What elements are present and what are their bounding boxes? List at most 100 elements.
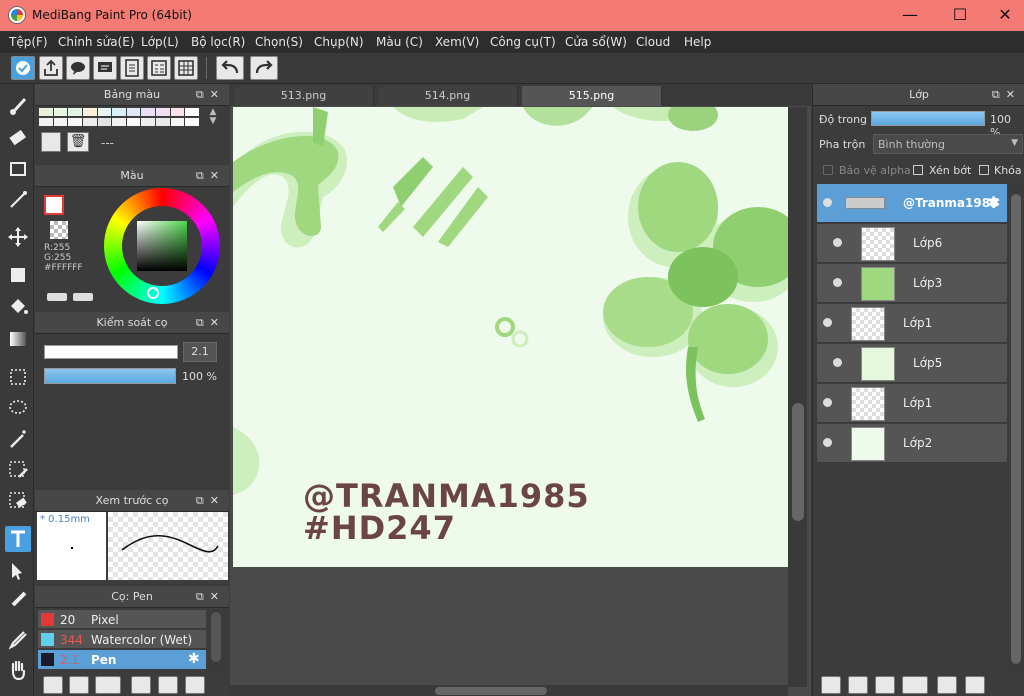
gear-icon[interactable]: ✱	[987, 193, 1000, 212]
layer-row[interactable]: Lớp1	[817, 304, 1007, 343]
brush-opacity-slider[interactable]	[44, 368, 176, 384]
copy-layer-icon[interactable]	[965, 676, 985, 694]
eye-icon[interactable]	[823, 318, 832, 327]
panel-float-close-icon[interactable]: ⧉✕	[196, 586, 225, 608]
minimize-button[interactable]: —	[898, 4, 922, 26]
menu-cloud[interactable]: Cloud	[636, 35, 670, 49]
brush-size-value[interactable]: 2.1	[183, 342, 217, 362]
copy-brush-icon[interactable]	[185, 676, 205, 694]
new-8bit-layer-icon[interactable]	[848, 676, 868, 694]
panel-float-close-icon[interactable]: ⧉✕	[992, 84, 1021, 106]
new-palette-icon[interactable]	[41, 132, 61, 152]
operation-tool-icon[interactable]	[5, 558, 31, 584]
folder-icon[interactable]	[158, 676, 178, 694]
palette-scroll-icon[interactable]: ▲ ▼	[203, 108, 223, 126]
folder-icon[interactable]	[937, 676, 957, 694]
delete-palette-icon[interactable]: 🗑	[67, 132, 89, 152]
new-brush-icon[interactable]	[69, 676, 89, 694]
protect-alpha-checkbox[interactable]	[823, 165, 833, 175]
add-brush-icon[interactable]	[95, 676, 121, 694]
cloud-check-icon[interactable]	[11, 56, 35, 80]
layer-list-scrollbar[interactable]	[1009, 184, 1023, 674]
foreground-color-swatch[interactable]	[44, 195, 64, 215]
maximize-button[interactable]: ☐	[948, 4, 972, 26]
tab-514[interactable]: 514.png	[378, 86, 518, 106]
line-tool-icon[interactable]	[5, 187, 31, 213]
tab-515[interactable]: 515.png	[522, 86, 662, 106]
menu-tools[interactable]: Công cụ(T)	[490, 35, 556, 49]
panel-float-close-icon[interactable]: ⧉✕	[196, 490, 225, 512]
eraser-tool-icon[interactable]	[5, 125, 31, 151]
menu-snap[interactable]: Chụp(N)	[314, 35, 364, 49]
undo-icon[interactable]	[216, 56, 244, 80]
share-icon[interactable]	[39, 56, 63, 80]
panel-float-close-icon[interactable]: ⧉✕	[196, 84, 225, 106]
brush-size-slider[interactable]	[44, 345, 178, 359]
bucket-tool-icon[interactable]	[5, 294, 31, 320]
layer-list-icon[interactable]	[147, 56, 171, 80]
artwork-canvas[interactable]: @TRANMA1985 #HD247	[233, 107, 788, 567]
canvas-horizontal-scrollbar[interactable]	[230, 685, 788, 696]
move-tool-icon[interactable]	[5, 224, 31, 250]
magic-wand-tool-icon[interactable]	[5, 426, 31, 452]
menu-layer[interactable]: Lớp(L)	[141, 35, 179, 49]
eye-icon[interactable]	[823, 198, 832, 207]
close-button[interactable]: ✕	[993, 4, 1017, 26]
menu-window[interactable]: Cửa sổ(W)	[565, 35, 627, 49]
new-layer-icon[interactable]	[821, 676, 841, 694]
select-pen-tool-icon[interactable]	[5, 457, 31, 483]
rectangle-tool-icon[interactable]	[5, 156, 31, 182]
document-icon[interactable]	[120, 56, 144, 80]
gradient-tool-icon[interactable]	[5, 326, 31, 352]
menu-filter[interactable]: Bộ lọc(R)	[191, 35, 245, 49]
brush-item-watercolor[interactable]: 344 Watercolor (Wet)	[38, 630, 206, 649]
eye-icon[interactable]	[833, 358, 842, 367]
hand-tool-icon[interactable]	[5, 657, 31, 683]
palette-swatches[interactable]	[39, 108, 199, 126]
brush-tool-icon[interactable]	[5, 94, 31, 120]
background-color-swatch[interactable]	[50, 221, 68, 239]
dropper-brush-icon[interactable]	[5, 588, 31, 614]
layer-row[interactable]: Lớp6	[817, 224, 1007, 263]
speech-box-icon[interactable]	[93, 56, 117, 80]
menu-file[interactable]: Tệp(F)	[9, 35, 48, 49]
menu-color[interactable]: Màu (C)	[376, 35, 423, 49]
clip-checkbox[interactable]	[913, 165, 923, 175]
select-eraser-tool-icon[interactable]	[5, 488, 31, 514]
lock-checkbox[interactable]	[979, 165, 989, 175]
color-button-1[interactable]	[47, 293, 67, 301]
brush-settings-icon[interactable]	[131, 676, 151, 694]
color-wheel[interactable]	[104, 188, 220, 304]
select-rect-tool-icon[interactable]	[5, 364, 31, 390]
color-button-2[interactable]	[73, 293, 93, 301]
brush-item-pen[interactable]: 2.1 Pen ✱	[38, 650, 206, 669]
brush-item-pixel[interactable]: 20 Pixel	[38, 610, 206, 629]
panel-float-close-icon[interactable]: ⧉✕	[196, 312, 225, 334]
menu-edit[interactable]: Chỉnh sửa(E)	[58, 35, 135, 49]
color-square[interactable]	[137, 221, 187, 271]
eye-icon[interactable]	[833, 238, 842, 247]
layer-row[interactable]: Lớp5	[817, 344, 1007, 383]
layer-row[interactable]: @Tranma1985 ✱	[817, 184, 1007, 223]
layer-row[interactable]: Lớp2	[817, 424, 1007, 463]
eye-icon[interactable]	[833, 278, 842, 287]
add-layer-icon[interactable]	[902, 676, 928, 694]
layer-opacity-slider[interactable]	[871, 111, 985, 126]
layer-row[interactable]: Lớp3	[817, 264, 1007, 303]
text-tool-icon[interactable]	[5, 526, 31, 552]
blend-mode-select[interactable]: Bình thường ▼	[873, 134, 1023, 154]
comment-icon[interactable]	[66, 56, 90, 80]
cloud-brush-icon[interactable]	[43, 676, 63, 694]
gear-icon[interactable]: ✱	[188, 651, 200, 667]
new-1bit-layer-icon[interactable]	[875, 676, 895, 694]
grid-check-icon[interactable]	[174, 56, 198, 80]
hue-marker[interactable]	[147, 287, 159, 299]
menu-select[interactable]: Chọn(S)	[255, 35, 303, 49]
brush-list-scrollbar[interactable]	[208, 610, 224, 670]
panel-float-close-icon[interactable]: ⧉✕	[196, 165, 225, 187]
fill-rect-tool-icon[interactable]	[5, 262, 31, 288]
canvas-vertical-scrollbar[interactable]	[788, 107, 807, 687]
layer-row[interactable]: Lớp1	[817, 384, 1007, 423]
eye-icon[interactable]	[823, 398, 832, 407]
menu-view[interactable]: Xem(V)	[435, 35, 479, 49]
